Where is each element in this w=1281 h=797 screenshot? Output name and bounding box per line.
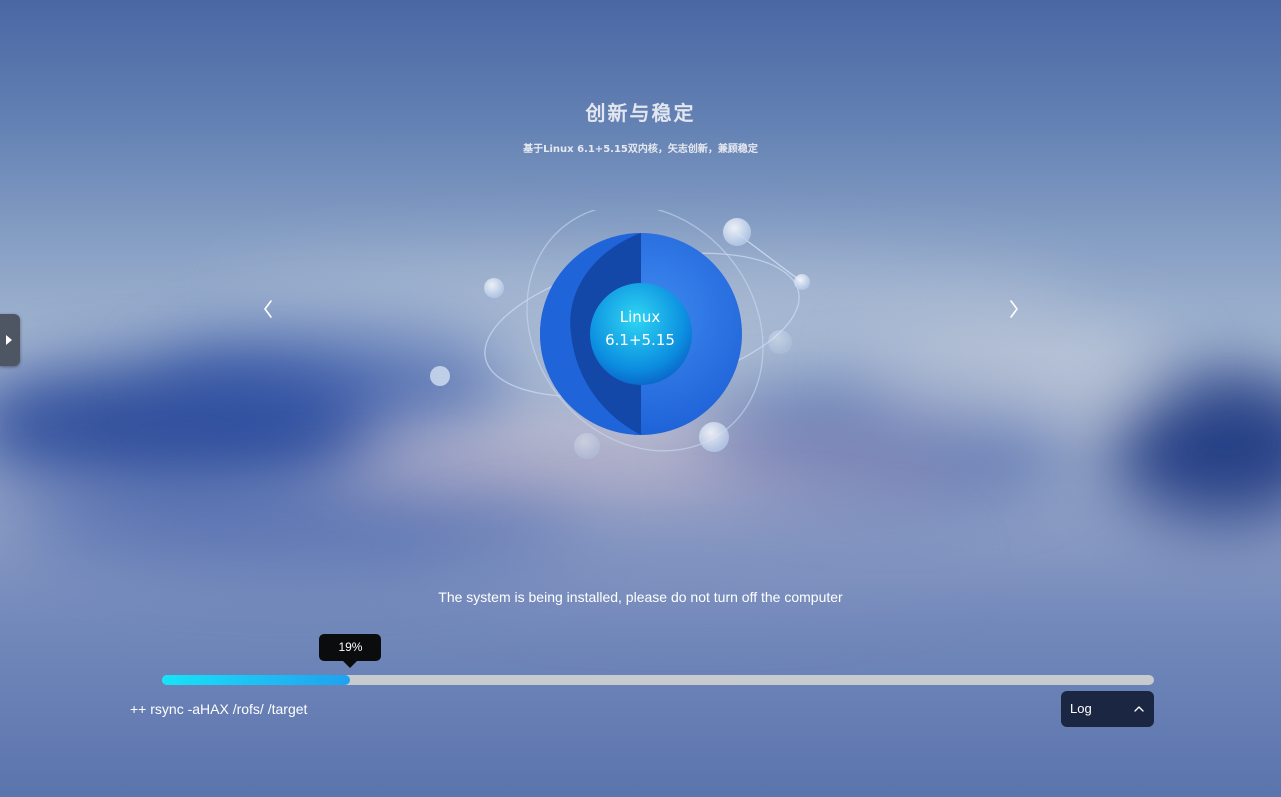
background-blur-left-upper xyxy=(150,330,510,440)
side-panel-toggle[interactable] xyxy=(0,314,20,366)
install-status-message: The system is being installed, please do… xyxy=(438,589,843,605)
next-slide-button[interactable] xyxy=(1003,297,1025,321)
install-progress-fill xyxy=(162,675,351,685)
slide-subtitle: 基于Linux 6.1+5.15双内核，矢志创新，兼顾稳定 xyxy=(523,144,758,155)
background-blur-bottom xyxy=(430,520,950,600)
progress-tooltip: 19% xyxy=(319,634,382,668)
background-blur-light xyxy=(860,320,1180,430)
chevron-up-icon xyxy=(1134,706,1144,712)
installer-screen: 创新与稳定 基于Linux 6.1+5.15双内核，矢志创新，兼顾稳定 Linu… xyxy=(0,0,1281,797)
log-toggle-button[interactable]: Log xyxy=(1061,691,1154,727)
chevron-right-icon xyxy=(1010,300,1018,318)
prev-slide-button[interactable] xyxy=(257,297,279,321)
current-log-line: ++ rsync -aHAX /rofs/ /target xyxy=(130,701,308,717)
kernel-version-label: Linux 6.1+5.15 xyxy=(605,308,675,349)
orbit-particle xyxy=(430,366,450,386)
slide-title: 创新与稳定 xyxy=(585,101,696,125)
log-button-label: Log xyxy=(1070,701,1092,716)
play-triangle-icon xyxy=(6,335,12,345)
install-progress-bar xyxy=(162,675,1154,685)
chevron-left-icon xyxy=(264,300,272,318)
